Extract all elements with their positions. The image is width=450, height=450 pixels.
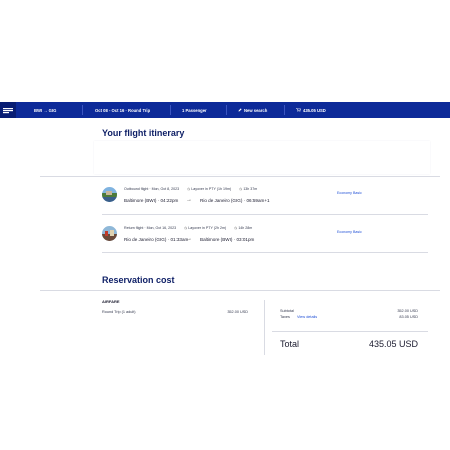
clock-icon: ◷ xyxy=(234,226,238,230)
subtotal-amount: 352.00 USD xyxy=(397,309,418,313)
dates-summary[interactable]: Oct 08 - Oct 16 · Round Trip xyxy=(95,108,150,113)
airline-logo[interactable] xyxy=(0,102,16,118)
nav-divider xyxy=(82,105,83,115)
layover-info: ◷ Layover in PTY (2h 2m) xyxy=(184,226,226,230)
total-label: Total xyxy=(280,339,300,349)
airfare-amount: 352.00 USD xyxy=(227,310,248,314)
clock-icon: ◷ xyxy=(184,226,188,230)
departure-info: Baltimore (BWI) · 04:22pm xyxy=(124,198,179,203)
itinerary-summary-box xyxy=(94,141,430,174)
subtotal-label: Subtotal xyxy=(280,309,294,313)
outbound-flight-card[interactable]: Outbound flight · Mon, Oct 8, 2023 ◷ Lay… xyxy=(102,187,432,215)
arrival-info: Baltimore (BWI) · 03:01pm xyxy=(200,237,255,242)
arrow-right-icon: → xyxy=(186,197,192,203)
flight-label: Outbound flight · Mon, Oct 8, 2023 xyxy=(124,187,180,191)
divider xyxy=(40,176,440,177)
pencil-icon xyxy=(238,108,242,112)
flight-meta: Outbound flight · Mon, Oct 8, 2023 ◷ Lay… xyxy=(124,187,257,191)
clock-icon: ◷ xyxy=(187,187,191,191)
destination-photo xyxy=(102,187,117,202)
flight-label: Return flight · Mon, Oct 16, 2023 xyxy=(124,226,177,230)
airline-logo-icon xyxy=(3,108,13,114)
cabin-class: Economy Basic xyxy=(337,191,362,195)
cart-total: 435.05 USD xyxy=(303,107,326,113)
divider xyxy=(102,214,428,215)
taxes-amount: 83.05 USD xyxy=(399,315,418,319)
route-summary[interactable]: BWI → GIG xyxy=(34,108,56,113)
taxes-row: Taxes View details xyxy=(280,315,317,319)
cost-divider xyxy=(264,300,265,355)
passengers-summary[interactable]: 1 Passenger xyxy=(182,108,207,113)
duration-text: 14h 28m xyxy=(238,226,253,230)
divider xyxy=(102,252,428,253)
airfare-line: Round Trip (1 adult) xyxy=(102,310,136,314)
view-details-link[interactable]: View details xyxy=(297,315,317,319)
departure-info: Rio de Janeiro (GIG) · 01:33am xyxy=(124,237,189,242)
cart-button[interactable]: 435.05 USD xyxy=(296,108,326,113)
airfare-heading: AIRFARE xyxy=(102,299,120,304)
layover-text: Layover in PTY (1h 19m) xyxy=(191,187,232,191)
clock-icon: ◷ xyxy=(239,187,243,191)
cabin-class: Economy Basic xyxy=(337,230,362,234)
reservation-cost-title: Reservation cost xyxy=(102,275,175,285)
arrival-info: Rio de Janeiro (GIG) · 06:59am+1 xyxy=(200,198,270,203)
divider xyxy=(272,331,428,332)
divider xyxy=(40,290,440,291)
cart-icon xyxy=(296,108,301,112)
layover-info: ◷ Layover in PTY (1h 19m) xyxy=(187,187,231,191)
top-nav-bar: BWI → GIG Oct 08 - Oct 16 · Round Trip 1… xyxy=(0,102,450,118)
duration-info: ◷ 13h 37m xyxy=(239,187,257,191)
arrow-right-icon: → xyxy=(186,236,192,242)
new-search-label: New search xyxy=(244,107,268,113)
layover-text: Layover in PTY (2h 2m) xyxy=(188,226,227,230)
itinerary-title: Your flight itinerary xyxy=(102,128,185,138)
destination-photo xyxy=(102,226,117,241)
taxes-label: Taxes xyxy=(280,315,290,319)
flight-meta: Return flight · Mon, Oct 16, 2023 ◷ Layo… xyxy=(124,226,252,230)
return-flight-card[interactable]: Return flight · Mon, Oct 16, 2023 ◷ Layo… xyxy=(102,226,432,254)
nav-divider xyxy=(226,105,227,115)
duration-text: 13h 37m xyxy=(243,187,258,191)
total-amount: 435.05 USD xyxy=(368,339,418,349)
new-search-button[interactable]: New search xyxy=(238,108,267,113)
nav-divider xyxy=(170,105,171,115)
nav-divider xyxy=(284,105,285,115)
duration-info: ◷ 14h 28m xyxy=(234,226,252,230)
